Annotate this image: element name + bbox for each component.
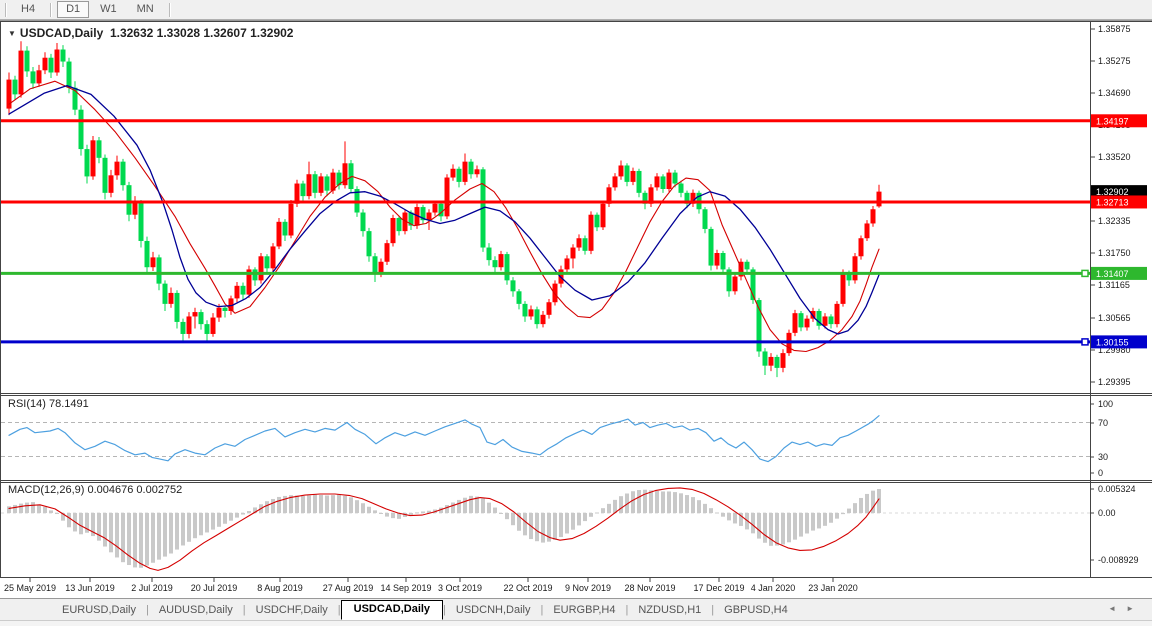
period-button-d1[interactable]: D1 [57, 1, 89, 18]
svg-text:0.00: 0.00 [1098, 508, 1116, 518]
svg-text:20 Jul 2019: 20 Jul 2019 [191, 583, 238, 593]
svg-text:4 Jan 2020: 4 Jan 2020 [751, 583, 796, 593]
svg-text:14 Sep 2019: 14 Sep 2019 [380, 583, 431, 593]
tab-usdcad-daily[interactable]: USDCAD,Daily [341, 600, 443, 620]
svg-text:27 Aug 2019: 27 Aug 2019 [323, 583, 374, 593]
svg-text:8 Aug 2019: 8 Aug 2019 [257, 583, 303, 593]
rsi-panel: 100 70 30 0 [1, 399, 1113, 478]
period-toolbar: H4 D1 W1 MN [0, 0, 1152, 20]
tab-usdchf-daily[interactable]: USDCHF,Daily [246, 601, 338, 620]
svg-text:100: 100 [1098, 399, 1113, 409]
svg-text:23 Jan 2020: 23 Jan 2020 [808, 583, 858, 593]
svg-text:25 May 2019: 25 May 2019 [4, 583, 56, 593]
toolbar-separator [169, 3, 170, 17]
svg-text:1.35275: 1.35275 [1098, 56, 1131, 66]
chart-title: ▼ USDCAD,Daily 1.32632 1.33028 1.32607 1.… [8, 26, 293, 40]
svg-text:3 Oct 2019: 3 Oct 2019 [438, 583, 482, 593]
svg-text:1.31165: 1.31165 [1098, 280, 1130, 290]
support-resistance-lines[interactable] [1, 121, 1090, 345]
svg-text:28 Nov 2019: 28 Nov 2019 [624, 583, 675, 593]
svg-text:1.33520: 1.33520 [1098, 152, 1131, 162]
svg-text:9 Nov 2019: 9 Nov 2019 [565, 583, 611, 593]
svg-text:1.30155: 1.30155 [1096, 337, 1129, 347]
rsi-indicator-label: RSI(14) 78.1491 [8, 398, 89, 410]
tab-eurgbp-h4[interactable]: EURGBP,H4 [543, 601, 625, 620]
svg-text:1.31407: 1.31407 [1096, 269, 1129, 279]
svg-text:22 Oct 2019: 22 Oct 2019 [503, 583, 552, 593]
svg-text:1.34197: 1.34197 [1096, 116, 1129, 126]
svg-text:1.32713: 1.32713 [1096, 197, 1129, 207]
svg-text:0.005324: 0.005324 [1098, 484, 1136, 494]
tab-audusd-daily[interactable]: AUDUSD,Daily [149, 601, 243, 620]
chart-title-symbol: USDCAD,Daily [20, 26, 103, 40]
svg-text:2 Jul 2019: 2 Jul 2019 [131, 583, 173, 593]
svg-text:1.31750: 1.31750 [1098, 248, 1131, 258]
svg-text:70: 70 [1098, 418, 1108, 428]
chart-dropdown-icon[interactable]: ▼ [8, 29, 16, 38]
period-button-w1[interactable]: W1 [91, 1, 126, 18]
svg-text:-0.008929: -0.008929 [1098, 555, 1139, 565]
price-chart-svg[interactable]: 1.358751.352751.346901.341051.335201.323… [0, 0, 1152, 598]
tab-scroll-arrows: ◄► [1108, 604, 1144, 613]
date-axis: 25 May 2019 13 Jun 2019 2 Jul 2019 20 Jul 2… [4, 578, 858, 593]
toolbar-separator [50, 3, 51, 17]
tab-usdcnh-daily[interactable]: USDCNH,Daily [446, 601, 541, 620]
symbol-tab-bar: EURUSD,Daily|AUDUSD,Daily|USDCHF,Daily|U… [0, 598, 1152, 620]
svg-text:1.32335: 1.32335 [1098, 216, 1131, 226]
tab-eurusd-daily[interactable]: EURUSD,Daily [52, 601, 146, 620]
svg-text:1.34690: 1.34690 [1098, 88, 1131, 98]
svg-text:1.35875: 1.35875 [1098, 24, 1131, 34]
macd-panel: 0.005324 0.00 -0.008929 [1, 484, 1139, 570]
svg-text:13 Jun 2019: 13 Jun 2019 [65, 583, 115, 593]
period-button-h4[interactable]: H4 [12, 1, 44, 18]
svg-text:17 Dec 2019: 17 Dec 2019 [693, 583, 744, 593]
tab-scroll-left-icon[interactable]: ◄ [1108, 604, 1126, 613]
chart-title-ohlc: 1.32632 1.33028 1.32607 1.32902 [110, 26, 294, 40]
status-strip [0, 620, 1152, 626]
svg-text:30: 30 [1098, 452, 1108, 462]
svg-text:0: 0 [1098, 468, 1103, 478]
tab-gbpusd-h4[interactable]: GBPUSD,H4 [714, 601, 798, 620]
macd-indicator-label: MACD(12,26,9) 0.004676 0.002752 [8, 484, 182, 496]
svg-text:1.30565: 1.30565 [1098, 313, 1131, 323]
tab-nzdusd-h1[interactable]: NZDUSD,H1 [628, 601, 711, 620]
tab-scroll-right-icon[interactable]: ► [1126, 604, 1144, 613]
svg-text:1.29395: 1.29395 [1098, 377, 1131, 387]
mt4-window: { "toolbar":{"periods":[ {"label":"H4","… [0, 0, 1152, 625]
toolbar-separator [5, 3, 6, 17]
period-button-mn[interactable]: MN [128, 1, 163, 18]
